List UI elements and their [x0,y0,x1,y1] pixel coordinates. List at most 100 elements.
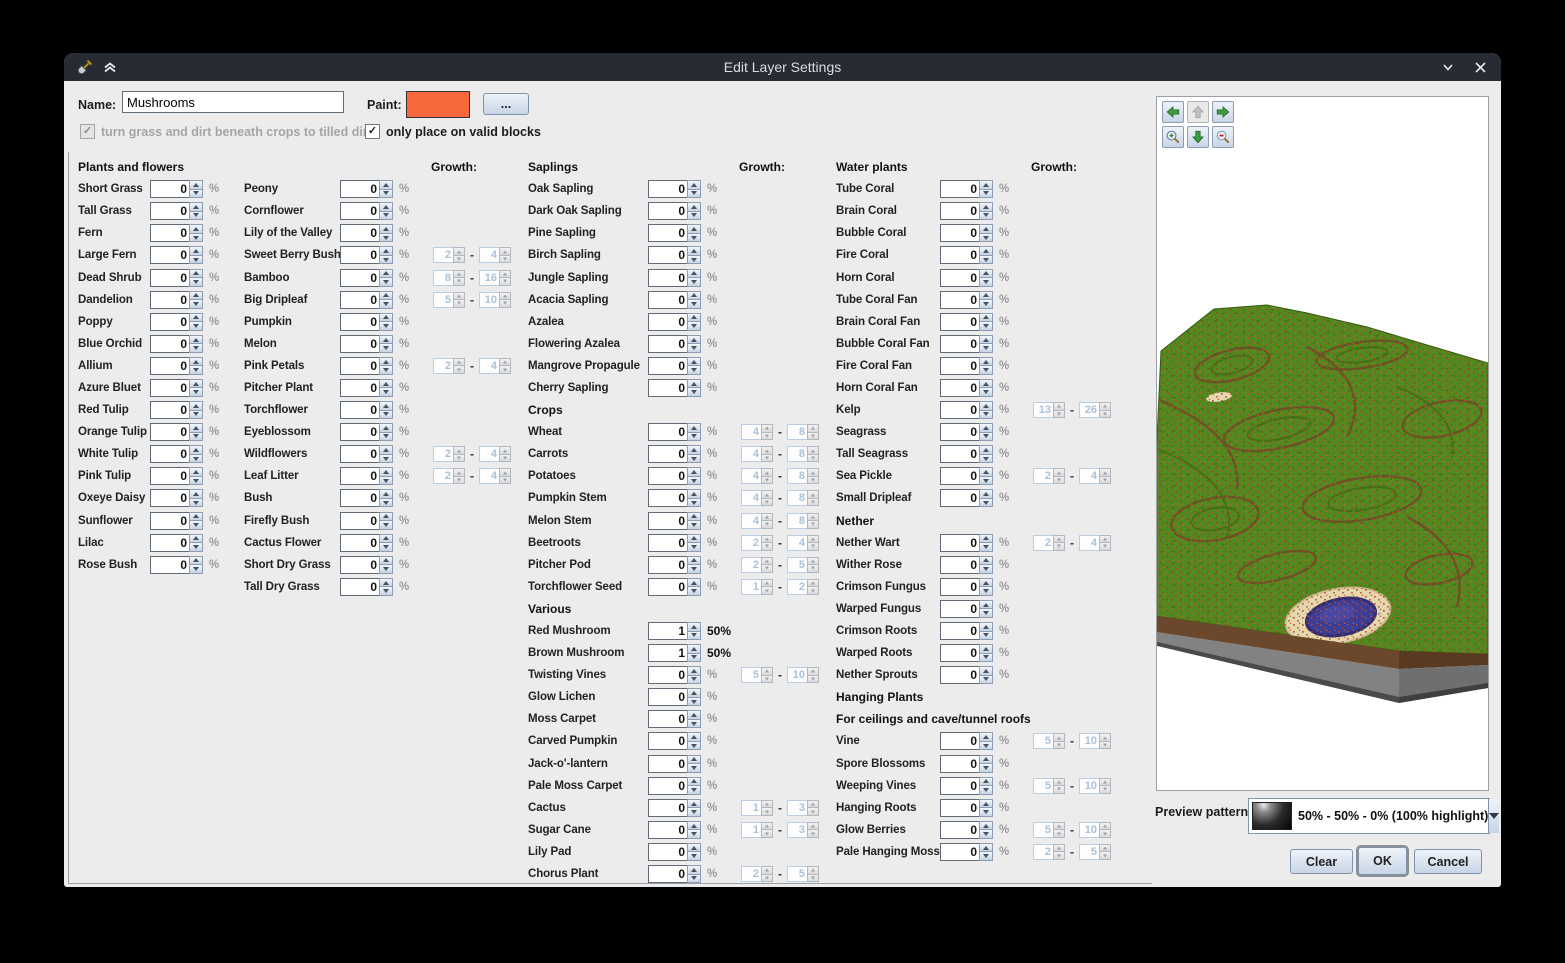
spinner-field[interactable] [150,556,189,574]
spinner-down-icon[interactable] [189,300,203,309]
spinner-up-icon[interactable] [189,379,203,389]
close-icon[interactable] [1469,56,1491,78]
spinner-field[interactable] [150,379,189,397]
spinner-down-icon[interactable] [687,344,701,353]
spinner-down-icon[interactable] [687,477,701,486]
spinner-up-icon[interactable] [189,357,203,367]
spinner-field[interactable] [940,534,979,552]
spinner-up-icon[interactable] [379,291,393,301]
spinner-down-icon[interactable] [979,190,993,199]
spinner-up-icon[interactable] [979,401,993,411]
spinner-up-icon[interactable] [687,423,701,433]
spinner-down-icon[interactable] [379,521,393,530]
spinner-field[interactable] [648,512,687,530]
spinner-field[interactable] [940,666,979,684]
spinner-field[interactable] [340,467,379,485]
spinner-field[interactable] [648,379,687,397]
spinner-field[interactable] [648,666,687,684]
spinner-up-icon[interactable] [979,821,993,831]
spinner-field[interactable] [150,534,189,552]
spinner-down-icon[interactable] [379,499,393,508]
spinner-down-icon[interactable] [979,256,993,265]
spinner-down-icon[interactable] [979,676,993,685]
spinner-up-icon[interactable] [979,202,993,212]
spinner-down-icon[interactable] [379,433,393,442]
spinner-field[interactable] [150,467,189,485]
spinner-field[interactable] [150,180,189,198]
spinner-field[interactable] [648,622,687,640]
spinner-up-icon[interactable] [687,622,701,632]
spinner-up-icon[interactable] [379,335,393,345]
spinner-up-icon[interactable] [979,622,993,632]
spinner-down-icon[interactable] [189,455,203,464]
spinner-field[interactable] [648,202,687,220]
spinner-field[interactable] [940,379,979,397]
spinner-up-icon[interactable] [189,467,203,477]
zoom-in-icon[interactable] [1162,126,1184,148]
spinner-down-icon[interactable] [379,344,393,353]
spinner-down-icon[interactable] [189,190,203,199]
spinner-field[interactable] [340,445,379,463]
spinner-up-icon[interactable] [379,534,393,544]
spinner-field[interactable] [340,556,379,574]
spinner-field[interactable] [648,489,687,507]
spinner-field[interactable] [648,865,687,883]
spinner-down-icon[interactable] [687,366,701,375]
spinner-field[interactable] [340,512,379,530]
spinner-field[interactable] [940,622,979,640]
spinner-field[interactable] [150,246,189,264]
spinner-up-icon[interactable] [379,379,393,389]
spinner-up-icon[interactable] [687,357,701,367]
spinner-field[interactable] [648,688,687,706]
spinner-down-icon[interactable] [979,300,993,309]
spinner-field[interactable] [150,269,189,287]
spinner-down-icon[interactable] [687,234,701,243]
spinner-field[interactable] [648,445,687,463]
spinner-up-icon[interactable] [979,291,993,301]
spinner-field[interactable] [940,732,979,750]
spinner-up-icon[interactable] [189,313,203,323]
spinner-up-icon[interactable] [979,445,993,455]
spinner-up-icon[interactable] [189,224,203,234]
spinner-down-icon[interactable] [687,256,701,265]
spinner-field[interactable] [648,246,687,264]
spinner-up-icon[interactable] [979,379,993,389]
pan-right-button[interactable] [1212,101,1234,123]
spinner-field[interactable] [648,821,687,839]
spinner-down-icon[interactable] [189,212,203,221]
spinner-up-icon[interactable] [979,489,993,499]
spinner-up-icon[interactable] [979,357,993,367]
spinner-down-icon[interactable] [687,212,701,221]
spinner-up-icon[interactable] [379,357,393,367]
spinner-field[interactable] [150,512,189,530]
spinner-up-icon[interactable] [979,843,993,853]
spinner-down-icon[interactable] [687,742,701,751]
spinner-up-icon[interactable] [379,313,393,323]
spinner-field[interactable] [648,799,687,817]
spinner-down-icon[interactable] [379,411,393,420]
spinner-field[interactable] [648,777,687,795]
spinner-up-icon[interactable] [687,556,701,566]
spinner-field[interactable] [340,578,379,596]
spinner-down-icon[interactable] [687,499,701,508]
spinner-field[interactable] [340,534,379,552]
spinner-up-icon[interactable] [687,755,701,765]
spinner-down-icon[interactable] [979,455,993,464]
spinner-field[interactable] [150,423,189,441]
spinner-up-icon[interactable] [687,224,701,234]
spinner-down-icon[interactable] [687,875,701,884]
spinner-field[interactable] [940,335,979,353]
spinner-up-icon[interactable] [379,489,393,499]
spinner-up-icon[interactable] [379,578,393,588]
spinner-down-icon[interactable] [687,632,701,641]
combo-dropdown-button[interactable] [1488,799,1499,833]
spinner-field[interactable] [340,313,379,331]
spinner-down-icon[interactable] [379,477,393,486]
zoom-out-icon[interactable] [1212,126,1234,148]
spinner-field[interactable] [940,600,979,618]
spinner-down-icon[interactable] [687,322,701,331]
spinner-down-icon[interactable] [687,676,701,685]
spinner-field[interactable] [940,246,979,264]
spinner-up-icon[interactable] [687,534,701,544]
spinner-field[interactable] [648,755,687,773]
